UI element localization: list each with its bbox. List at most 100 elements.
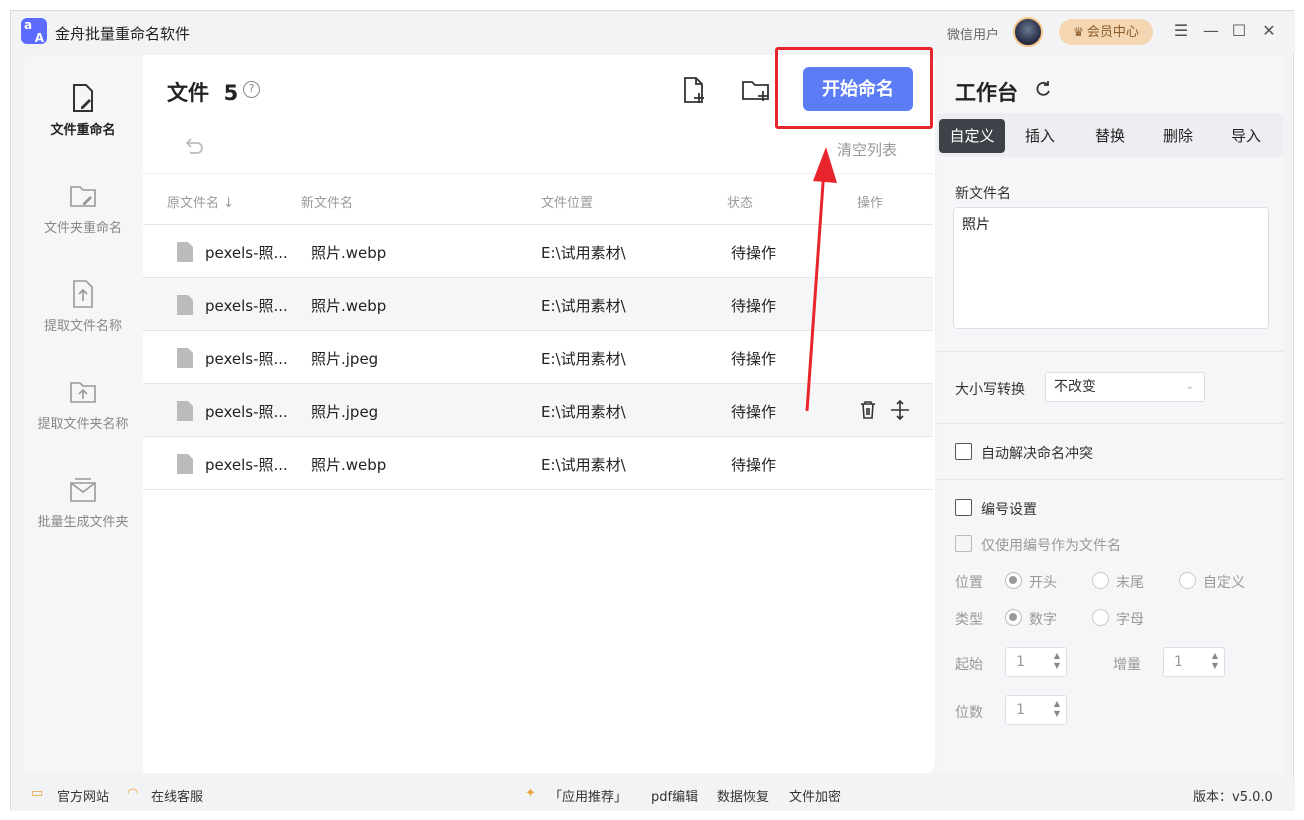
user-name[interactable]: 微信用户: [947, 24, 999, 43]
tab-insert[interactable]: 插入: [1007, 119, 1073, 153]
case-label: 大小写转换: [955, 382, 1025, 398]
refresh-icon[interactable]: [1033, 79, 1053, 99]
digits-label: 位数: [955, 705, 983, 721]
position-end-radio[interactable]: [1092, 572, 1109, 589]
logo-letter-A: A: [34, 31, 44, 45]
workbench-panel: 工作台 自定义 插入 替换 删除 导入 新文件名 照片 大小写转换 不改变 ⌄ 自…: [937, 55, 1283, 773]
move-icon[interactable]: [890, 399, 910, 421]
sidebar-item-label: 批量生成文件夹: [37, 515, 129, 530]
position-start-label: 开头: [1029, 575, 1057, 591]
sidebar-item-extract-filename[interactable]: 提取文件名称: [23, 279, 143, 349]
sidebar-item-batch-folder[interactable]: 批量生成文件夹: [23, 475, 143, 545]
sidebar-item-label: 提取文件名称: [43, 319, 122, 334]
tab-import[interactable]: 导入: [1213, 119, 1279, 153]
undo-icon[interactable]: [181, 135, 205, 159]
chevron-down-icon: ⌄: [1185, 381, 1194, 392]
col-actions: 操作: [857, 196, 884, 211]
close-icon[interactable]: ✕: [1259, 21, 1279, 41]
type-letter-radio[interactable]: [1092, 609, 1109, 626]
file-icon: [177, 454, 193, 474]
add-file-icon[interactable]: [679, 75, 709, 105]
stepper-arrows-icon[interactable]: ▲ ▼: [1054, 699, 1060, 719]
position-end-label: 末尾: [1116, 575, 1144, 591]
row-location: E:\试用素材\: [541, 403, 626, 421]
position-start-radio[interactable]: [1005, 572, 1022, 589]
start-stepper[interactable]: 1 ▲ ▼: [1005, 647, 1067, 677]
crown-icon: ♛: [1073, 25, 1084, 39]
divider: [937, 423, 1283, 424]
sidebar-item-label: 文件夹重命名: [43, 221, 122, 236]
add-folder-icon[interactable]: [741, 75, 771, 105]
table-row[interactable]: pexels-照... 照片.webp E:\试用素材\ 待操作: [143, 437, 933, 490]
tab-custom[interactable]: 自定义: [939, 119, 1005, 153]
type-letter-label: 字母: [1116, 612, 1144, 628]
only-number-checkbox[interactable]: [955, 535, 972, 552]
stepper-arrows-icon[interactable]: ▲ ▼: [1212, 651, 1218, 671]
folder-batch-icon: [70, 478, 96, 502]
headset-icon: ◠: [127, 786, 139, 801]
avatar[interactable]: [1013, 17, 1043, 47]
footer-bar: ▭ 官方网站 ◠ 在线客服 ✦ 「应用推荐」 pdf编辑 数据恢复 文件加密 版…: [11, 777, 1295, 811]
start-label: 起始: [955, 657, 983, 673]
row-location: E:\试用素材\: [541, 244, 626, 262]
help-icon[interactable]: ?: [243, 81, 260, 98]
file-edit-icon: [73, 84, 93, 112]
app-logo: a A: [21, 18, 47, 45]
pdf-edit-link[interactable]: pdf编辑: [651, 786, 698, 805]
type-number-radio[interactable]: [1005, 609, 1022, 626]
workbench-tabs: 自定义 插入 替换 删除 导入: [937, 113, 1283, 157]
sort-down-icon[interactable]: ↓: [223, 196, 234, 211]
file-icon: [177, 242, 193, 262]
row-original: pexels-照...: [205, 244, 288, 262]
divider: [937, 479, 1283, 480]
position-custom-radio[interactable]: [1179, 572, 1196, 589]
file-icon: [177, 348, 193, 368]
table-header: 原文件名 ↓ 新文件名 文件位置 状态 操作: [143, 173, 933, 225]
start-rename-button[interactable]: 开始命名: [803, 67, 913, 111]
type-label: 类型: [955, 612, 983, 628]
data-recovery-link[interactable]: 数据恢复: [717, 786, 769, 805]
sidebar-item-extract-foldername[interactable]: 提取文件夹名称: [23, 377, 143, 447]
digits-stepper[interactable]: 1 ▲ ▼: [1005, 695, 1067, 725]
maximize-icon[interactable]: ☐: [1229, 21, 1249, 41]
increment-stepper[interactable]: 1 ▲ ▼: [1163, 647, 1225, 677]
auto-resolve-checkbox[interactable]: [955, 443, 972, 460]
tab-delete[interactable]: 删除: [1145, 119, 1211, 153]
app-window: a A 金舟批量重命名软件 微信用户 ♛ 会员中心 ☰ — ☐ ✕ 文件重命名 文…: [10, 10, 1295, 811]
workbench-title: 工作台: [955, 81, 1018, 105]
file-list-panel: 文件 5 ? 开始命名 清空列表 原文件名 ↓ 新文件名 文件位置 状态 操作 …: [143, 47, 935, 773]
col-status: 状态: [727, 196, 754, 211]
sidebar-item-folder-rename[interactable]: 文件夹重命名: [23, 181, 143, 251]
case-select[interactable]: 不改变 ⌄: [1045, 372, 1205, 402]
file-encrypt-link[interactable]: 文件加密: [789, 786, 841, 805]
minimize-icon[interactable]: —: [1201, 21, 1221, 41]
stepper-arrows-icon[interactable]: ▲ ▼: [1054, 651, 1060, 671]
table-row[interactable]: pexels-照... 照片.jpeg E:\试用素材\ 待操作: [143, 331, 933, 384]
numbering-checkbox[interactable]: [955, 499, 972, 516]
table-row[interactable]: pexels-照... 照片.webp E:\试用素材\ 待操作: [143, 225, 933, 278]
file-icon: [177, 401, 193, 421]
row-status: 待操作: [731, 297, 777, 315]
row-original: pexels-照...: [205, 403, 288, 421]
row-location: E:\试用素材\: [541, 350, 626, 368]
row-actions: [859, 399, 910, 424]
col-original-label: 原文件名: [167, 196, 220, 211]
tab-replace[interactable]: 替换: [1077, 119, 1143, 153]
col-original[interactable]: 原文件名 ↓: [167, 192, 234, 211]
increment-label: 增量: [1113, 657, 1141, 673]
clear-list-button[interactable]: 清空列表: [837, 139, 897, 160]
file-title-text: 文件: [167, 81, 209, 105]
auto-resolve-label: 自动解决命名冲突: [981, 446, 1093, 462]
sidebar: 文件重命名 文件夹重命名 提取文件名称 提取文件夹名称 批量生成文件夹: [23, 55, 143, 773]
online-support-link[interactable]: 在线客服: [151, 786, 203, 805]
menu-icon[interactable]: ☰: [1171, 21, 1191, 41]
official-site-link[interactable]: 官方网站: [57, 786, 109, 805]
position-label: 位置: [955, 575, 983, 591]
table-row[interactable]: pexels-照... 照片.jpeg E:\试用素材\ 待操作: [143, 384, 933, 437]
file-count-title: 文件 5: [167, 77, 238, 107]
new-name-input[interactable]: 照片: [953, 207, 1269, 329]
table-row[interactable]: pexels-照... 照片.webp E:\试用素材\ 待操作: [143, 278, 933, 331]
trash-icon[interactable]: [859, 400, 877, 420]
vip-center-button[interactable]: ♛ 会员中心: [1059, 19, 1153, 45]
sidebar-item-file-rename[interactable]: 文件重命名: [23, 83, 143, 153]
